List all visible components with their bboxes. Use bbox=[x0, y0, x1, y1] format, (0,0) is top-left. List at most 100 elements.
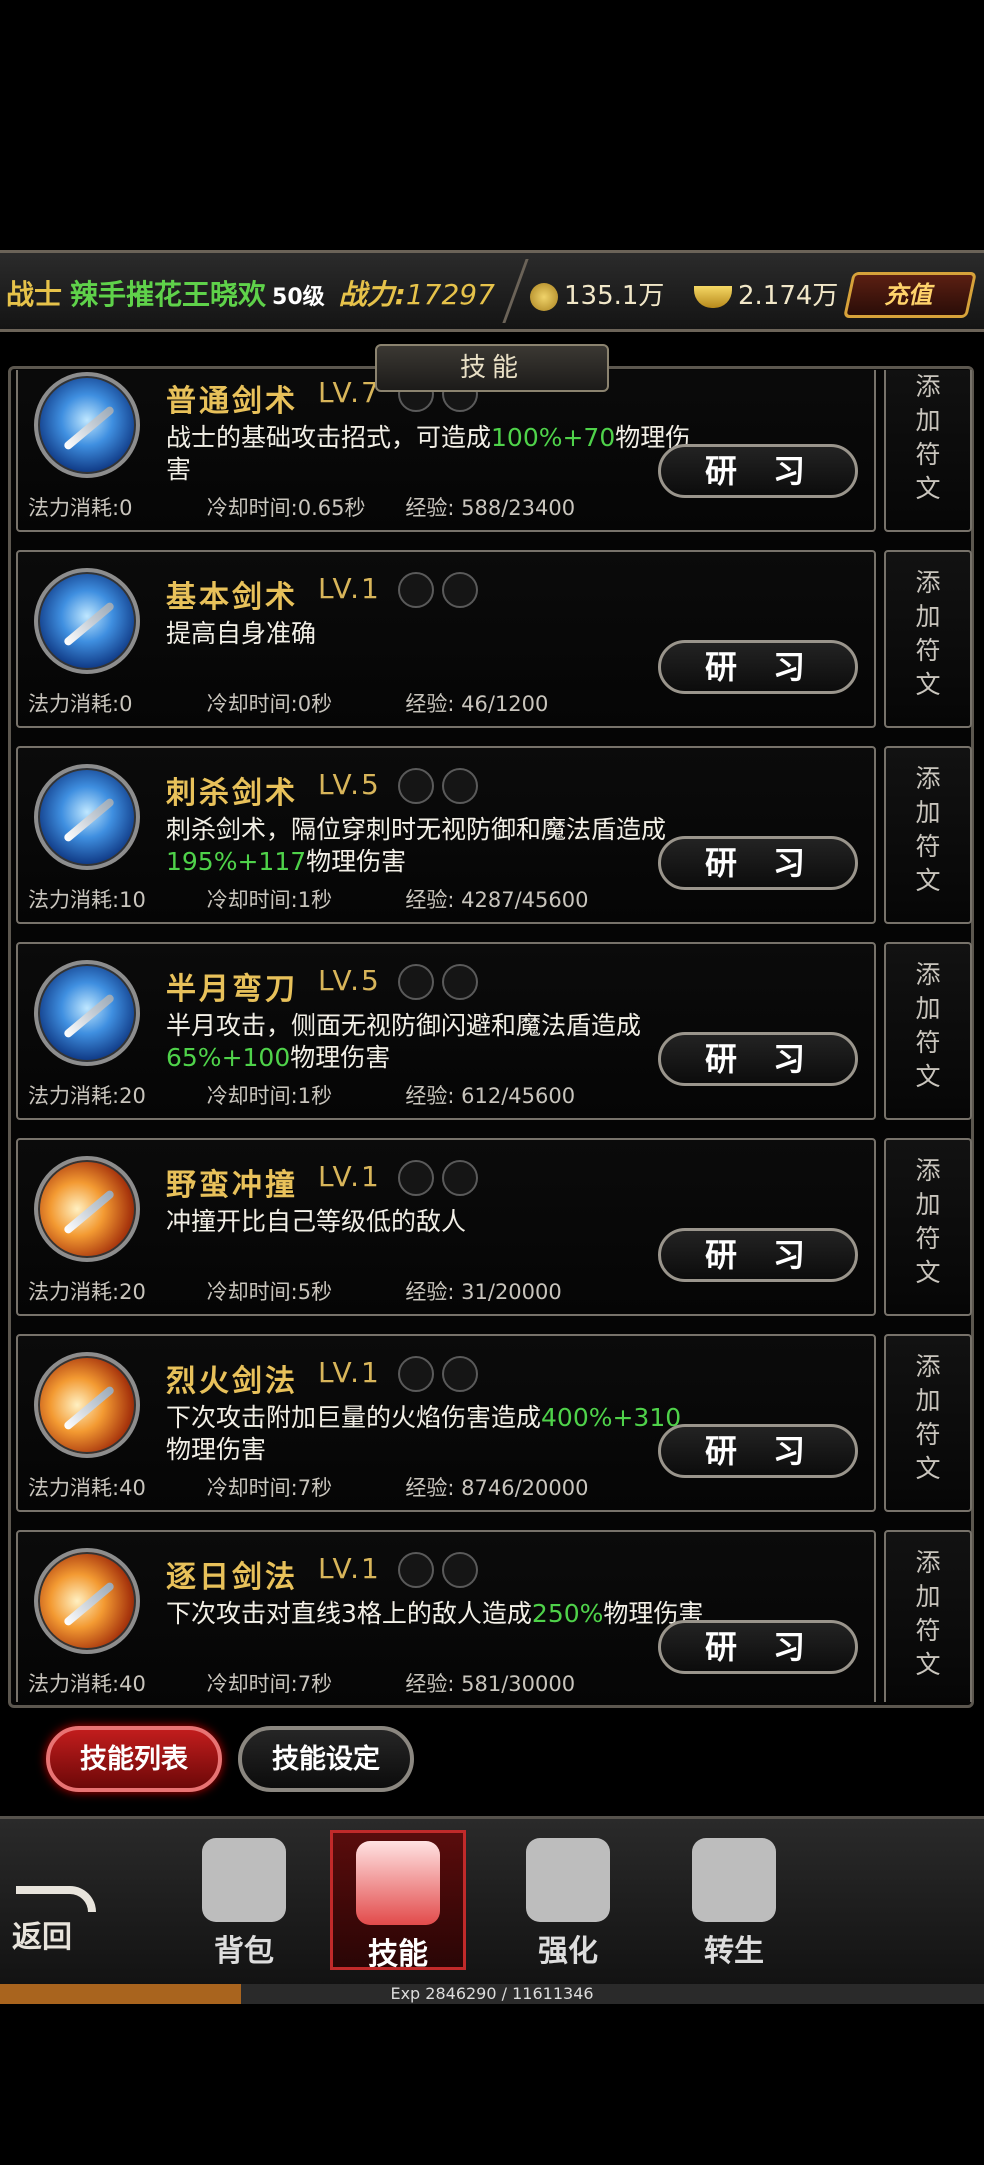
add-rune-button[interactable]: 添加符文 bbox=[884, 1334, 972, 1512]
rune-slot-icon bbox=[442, 572, 478, 608]
exp-text: Exp 2846290 / 11611346 bbox=[390, 1984, 594, 2003]
add-rune-button[interactable]: 添加符文 bbox=[884, 370, 972, 532]
cooldown: 冷却时间:7秒 bbox=[206, 1476, 333, 1500]
skill-description: 下次攻击对直线3格上的敌人造成250%物理伤害 bbox=[166, 1598, 706, 1630]
skill-row[interactable]: 野蛮冲撞 LV.1 冲撞开比自己等级低的敌人 法力消耗:20 冷却时间:5秒 经… bbox=[14, 1138, 978, 1318]
nav-enhance[interactable]: 强化 bbox=[500, 1830, 636, 1970]
study-button[interactable]: 研习 bbox=[658, 1228, 858, 1282]
rune-slot-icon bbox=[398, 1356, 434, 1392]
skill-icon bbox=[34, 1352, 140, 1458]
power-value: 17297 bbox=[405, 278, 495, 311]
skill-row[interactable]: 刺杀剑术 LV.5 刺杀剑术，隔位穿刺时无视防御和魔法盾造成 195%+117物理… bbox=[14, 746, 978, 926]
add-rune-button[interactable]: 添加符文 bbox=[884, 746, 972, 924]
triskelion-icon bbox=[692, 1838, 776, 1922]
skill-icon bbox=[34, 1548, 140, 1654]
tab-skill-list[interactable]: 技能列表 bbox=[46, 1726, 222, 1792]
gold-coin-icon bbox=[530, 282, 558, 311]
skill-description: 战士的基础攻击招式，可造成100%+70物理伤害 bbox=[166, 422, 706, 486]
skill-desc-segment: 刺杀剑术，隔位穿刺时无视防御和魔法盾造成 bbox=[166, 815, 667, 844]
gold-display: 135.1万 bbox=[530, 275, 664, 312]
skill-card[interactable]: 普通剑术 LV.7 战士的基础攻击招式，可造成100%+70物理伤害 法力消耗:… bbox=[16, 370, 876, 532]
skill-exp: 经验: 8746/20000 bbox=[405, 1476, 589, 1500]
add-rune-button[interactable]: 添加符文 bbox=[884, 1138, 972, 1316]
study-button[interactable]: 研习 bbox=[658, 1032, 858, 1086]
skill-card[interactable]: 野蛮冲撞 LV.1 冲撞开比自己等级低的敌人 法力消耗:20 冷却时间:5秒 经… bbox=[16, 1138, 876, 1316]
skill-exp: 经验: 4287/45600 bbox=[405, 888, 589, 912]
skill-stats: 法力消耗:20 冷却时间:5秒 经验: 31/20000 bbox=[28, 1276, 562, 1306]
cooldown: 冷却时间:7秒 bbox=[206, 1672, 333, 1696]
skill-desc-segment: 半月攻击，侧面无视防御闪避和魔法盾造成 bbox=[166, 1011, 642, 1040]
study-button[interactable]: 研习 bbox=[658, 1620, 858, 1674]
mp-cost: 法力消耗:20 bbox=[28, 1084, 146, 1108]
skill-icon bbox=[34, 960, 140, 1066]
gold-ingot-icon bbox=[694, 285, 732, 308]
study-button[interactable]: 研习 bbox=[658, 1424, 858, 1478]
skill-card[interactable]: 基本剑术 LV.1 提高自身准确 法力消耗:0 冷却时间:0秒 经验: 46/1… bbox=[16, 550, 876, 728]
back-label: 返回 bbox=[12, 1920, 72, 1955]
nav-rebirth[interactable]: 转生 bbox=[666, 1830, 802, 1970]
skill-icon bbox=[34, 764, 140, 870]
skill-desc-segment: 250% bbox=[531, 1599, 604, 1628]
nav-skills-label: 技能 bbox=[368, 1937, 428, 1972]
skill-desc-segment: 下次攻击附加巨量的火焰伤害造成 bbox=[166, 1403, 542, 1432]
add-rune-button[interactable]: 添加符文 bbox=[884, 1530, 972, 1702]
skill-name: 普通剑术 bbox=[166, 384, 298, 419]
ingot-display: 2.174万 bbox=[694, 275, 838, 312]
mp-cost: 法力消耗:20 bbox=[28, 1280, 146, 1304]
skill-row[interactable]: 逐日剑法 LV.1 下次攻击对直线3格上的敌人造成250%物理伤害 法力消耗:4… bbox=[14, 1530, 978, 1702]
skill-row[interactable]: 烈火剑法 LV.1 下次攻击附加巨量的火焰伤害造成400%+310 物理伤害 法力… bbox=[14, 1334, 978, 1514]
mp-cost: 法力消耗:0 bbox=[28, 692, 133, 716]
skill-level: LV.5 bbox=[318, 768, 381, 801]
skill-name: 烈火剑法 bbox=[166, 1364, 298, 1399]
study-button[interactable]: 研习 bbox=[658, 836, 858, 890]
cooldown: 冷却时间:5秒 bbox=[206, 1280, 333, 1304]
skill-card[interactable]: 烈火剑法 LV.1 下次攻击附加巨量的火焰伤害造成400%+310 物理伤害 法力… bbox=[16, 1334, 876, 1512]
gold-amount: 135.1万 bbox=[564, 281, 665, 311]
add-rune-button[interactable]: 添加符文 bbox=[884, 942, 972, 1120]
player-level: 50级 bbox=[272, 285, 325, 310]
study-button[interactable]: 研习 bbox=[658, 640, 858, 694]
skill-exp: 经验: 31/20000 bbox=[405, 1280, 562, 1304]
power-label: 战力: bbox=[338, 278, 406, 311]
nav-skills[interactable]: 技能 bbox=[330, 1830, 466, 1972]
rune-slot-icon bbox=[398, 1552, 434, 1588]
skill-row[interactable]: 普通剑术 LV.7 战士的基础攻击招式，可造成100%+70物理伤害 法力消耗:… bbox=[14, 370, 978, 534]
skill-name: 基本剑术 bbox=[166, 580, 298, 615]
skill-card[interactable]: 刺杀剑术 LV.5 刺杀剑术，隔位穿刺时无视防御和魔法盾造成 195%+117物理… bbox=[16, 746, 876, 924]
back-button[interactable]: 返回 bbox=[12, 1882, 102, 1955]
skill-exp: 经验: 612/45600 bbox=[405, 1084, 576, 1108]
study-button[interactable]: 研习 bbox=[658, 444, 858, 498]
rune-slot-icon bbox=[398, 768, 434, 804]
skill-desc-segment: 物理伤害 bbox=[166, 1435, 267, 1464]
tab-skill-settings[interactable]: 技能设定 bbox=[238, 1726, 414, 1792]
nav-bag[interactable]: 背包 bbox=[176, 1830, 312, 1970]
add-rune-button[interactable]: 添加符文 bbox=[884, 550, 972, 728]
exp-total: 11611346 bbox=[512, 1984, 594, 2003]
skill-card[interactable]: 半月弯刀 LV.5 半月攻击，侧面无视防御闪避和魔法盾造成 65%+100物理伤害… bbox=[16, 942, 876, 1120]
back-arrow-icon bbox=[16, 1886, 96, 1912]
skill-level: LV.7 bbox=[318, 376, 381, 409]
skill-desc-segment: 战士的基础攻击招式，可造成 bbox=[166, 423, 492, 452]
exp-label: Exp bbox=[390, 1984, 421, 2003]
skill-desc-segment: 下次攻击对直线3格上的敌人造成 bbox=[166, 1599, 532, 1628]
exp-current: 2846290 bbox=[425, 1984, 497, 2003]
skill-row[interactable]: 基本剑术 LV.1 提高自身准确 法力消耗:0 冷却时间:0秒 经验: 46/1… bbox=[14, 550, 978, 730]
skill-description: 半月攻击，侧面无视防御闪避和魔法盾造成 65%+100物理伤害 bbox=[166, 1010, 706, 1074]
skill-level: LV.1 bbox=[318, 1552, 381, 1585]
skill-row[interactable]: 半月弯刀 LV.5 半月攻击，侧面无视防御闪避和魔法盾造成 65%+100物理伤害… bbox=[14, 942, 978, 1122]
skill-desc-segment: 195%+117 bbox=[166, 847, 307, 876]
skill-card[interactable]: 逐日剑法 LV.1 下次攻击对直线3格上的敌人造成250%物理伤害 法力消耗:4… bbox=[16, 1530, 876, 1702]
recharge-button[interactable]: 充值 bbox=[843, 272, 977, 318]
skill-list[interactable]: 普通剑术 LV.7 战士的基础攻击招式，可造成100%+70物理伤害 法力消耗:… bbox=[14, 370, 978, 1702]
skill-icon bbox=[34, 568, 140, 674]
mp-cost: 法力消耗:40 bbox=[28, 1476, 146, 1500]
skill-stats: 法力消耗:40 冷却时间:7秒 经验: 581/30000 bbox=[28, 1668, 575, 1698]
skill-name: 刺杀剑术 bbox=[166, 776, 298, 811]
skill-name: 半月弯刀 bbox=[166, 972, 298, 1007]
skill-exp: 经验: 588/23400 bbox=[405, 496, 576, 520]
player-name: 辣手摧花王晓欢 bbox=[70, 278, 267, 311]
rune-slot-icon bbox=[442, 1160, 478, 1196]
skill-name: 野蛮冲撞 bbox=[166, 1168, 298, 1203]
bottom-nav-bar bbox=[0, 1816, 984, 1987]
mp-cost: 法力消耗:0 bbox=[28, 496, 133, 520]
